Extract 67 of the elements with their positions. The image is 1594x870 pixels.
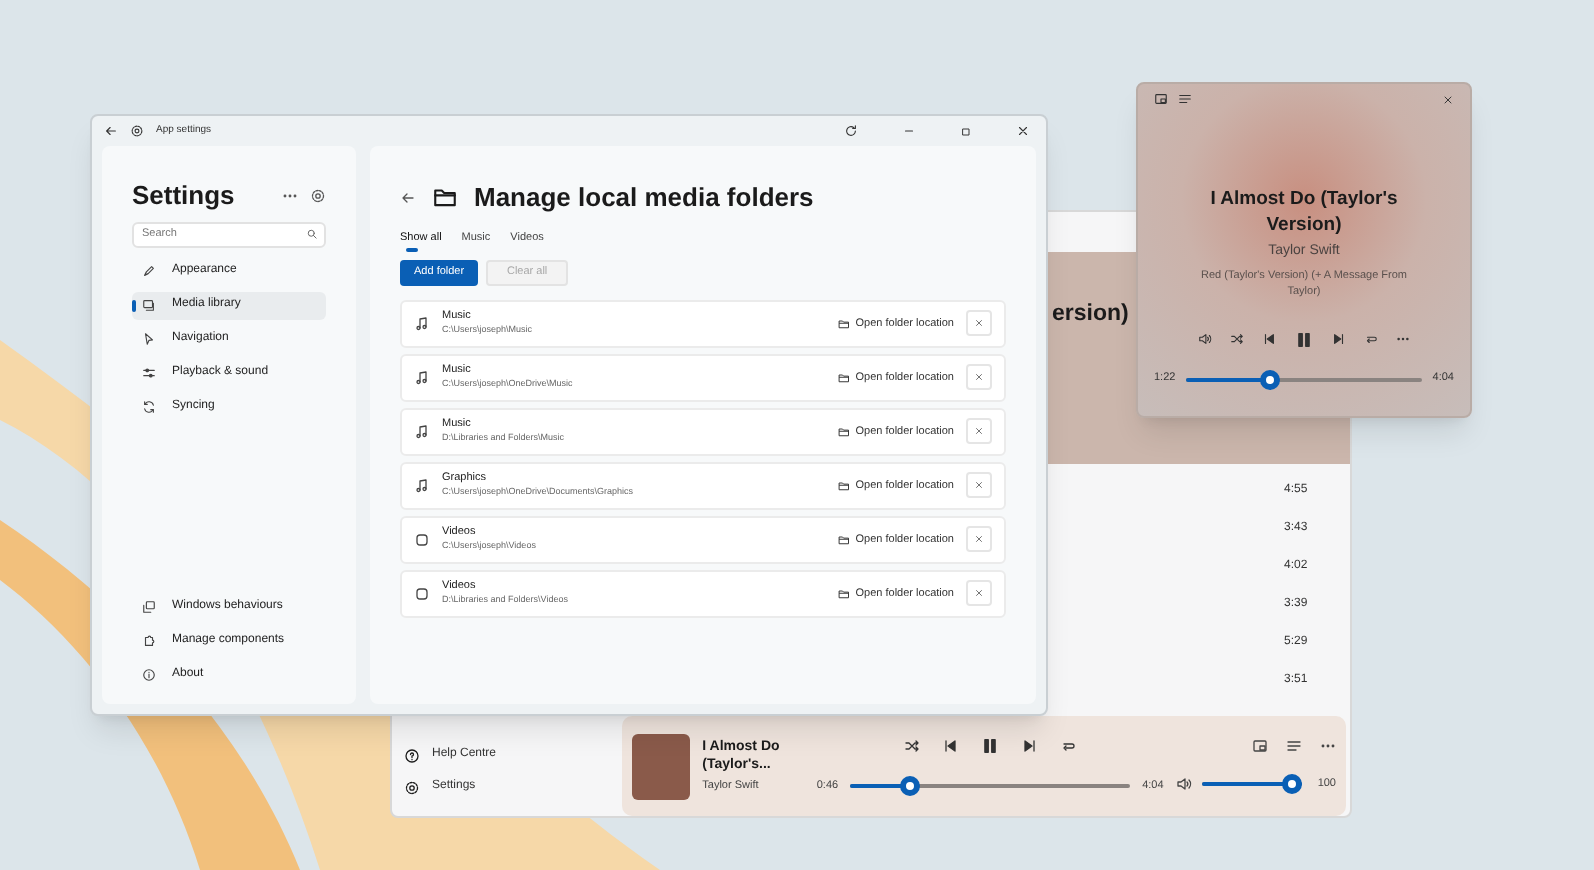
close-icon bbox=[974, 534, 984, 545]
slider-thumb[interactable] bbox=[899, 776, 920, 796]
close-icon bbox=[974, 588, 984, 599]
close-icon bbox=[974, 318, 984, 329]
volume-slider[interactable] bbox=[1201, 774, 1302, 794]
pause-icon[interactable] bbox=[980, 736, 1001, 756]
folder-icon bbox=[837, 533, 850, 546]
music-note-icon bbox=[414, 369, 430, 386]
album-art-placeholder bbox=[632, 733, 691, 799]
volume-icon[interactable] bbox=[1175, 776, 1192, 792]
folder-icon bbox=[837, 371, 850, 384]
seek-slider[interactable] bbox=[1185, 369, 1423, 389]
queue-icon[interactable] bbox=[1178, 92, 1192, 106]
music-note-icon bbox=[414, 477, 430, 494]
slider-thumb[interactable] bbox=[1259, 369, 1280, 389]
close-icon[interactable] bbox=[1016, 124, 1030, 138]
shuffle-icon[interactable] bbox=[904, 738, 921, 754]
seek-slider[interactable] bbox=[850, 776, 1131, 796]
back-icon[interactable] bbox=[104, 124, 118, 138]
help-icon bbox=[404, 747, 420, 763]
more-icon[interactable] bbox=[1396, 332, 1410, 346]
pause-icon[interactable] bbox=[1294, 329, 1314, 349]
minimize-icon[interactable] bbox=[902, 124, 916, 138]
queue-icon[interactable] bbox=[1286, 738, 1302, 754]
cursor-icon bbox=[142, 332, 156, 346]
video-icon bbox=[414, 585, 430, 602]
track-title: I Almost Do (Taylor's Version) bbox=[1208, 186, 1400, 238]
mini-player-icon[interactable] bbox=[1252, 738, 1268, 754]
close-icon bbox=[974, 480, 984, 491]
library-icon bbox=[142, 298, 156, 312]
gear-icon[interactable] bbox=[310, 187, 326, 204]
next-icon[interactable] bbox=[1022, 738, 1039, 754]
video-icon bbox=[414, 531, 430, 548]
back-icon[interactable] bbox=[400, 189, 416, 206]
sync-icon bbox=[142, 400, 156, 414]
shuffle-icon[interactable] bbox=[1230, 332, 1244, 346]
previous-icon[interactable] bbox=[942, 738, 959, 754]
music-note-icon bbox=[414, 423, 430, 440]
music-note-icon bbox=[414, 315, 430, 332]
slider-thumb[interactable] bbox=[1281, 774, 1302, 794]
windows-icon bbox=[142, 599, 156, 613]
volume-icon[interactable] bbox=[1198, 332, 1212, 346]
close-icon bbox=[974, 372, 984, 383]
repeat-icon[interactable] bbox=[1060, 738, 1077, 754]
info-icon bbox=[142, 667, 156, 681]
close-icon bbox=[974, 426, 984, 437]
refresh-icon[interactable] bbox=[844, 124, 858, 138]
album-title: ersion) bbox=[1052, 300, 1129, 330]
next-icon[interactable] bbox=[1332, 332, 1346, 346]
sliders-icon bbox=[142, 366, 156, 380]
close-icon[interactable] bbox=[1442, 93, 1454, 105]
folder-icon bbox=[837, 425, 850, 438]
maximize-icon[interactable] bbox=[960, 125, 972, 137]
sidebar-title: Settings bbox=[132, 178, 235, 214]
previous-icon[interactable] bbox=[1262, 332, 1276, 346]
page-title: Manage local media folders bbox=[474, 180, 814, 216]
folder-icon bbox=[837, 317, 850, 330]
folder-icon bbox=[837, 479, 850, 492]
settings-icon bbox=[404, 779, 420, 795]
mini-player-icon[interactable] bbox=[1154, 92, 1168, 106]
folder-icon bbox=[837, 587, 850, 600]
puzzle-icon bbox=[142, 633, 156, 647]
repeat-icon[interactable] bbox=[1364, 332, 1378, 346]
search-icon bbox=[306, 228, 318, 240]
settings-icon bbox=[130, 124, 144, 138]
brush-icon bbox=[142, 264, 156, 278]
folder-icon bbox=[432, 184, 458, 211]
